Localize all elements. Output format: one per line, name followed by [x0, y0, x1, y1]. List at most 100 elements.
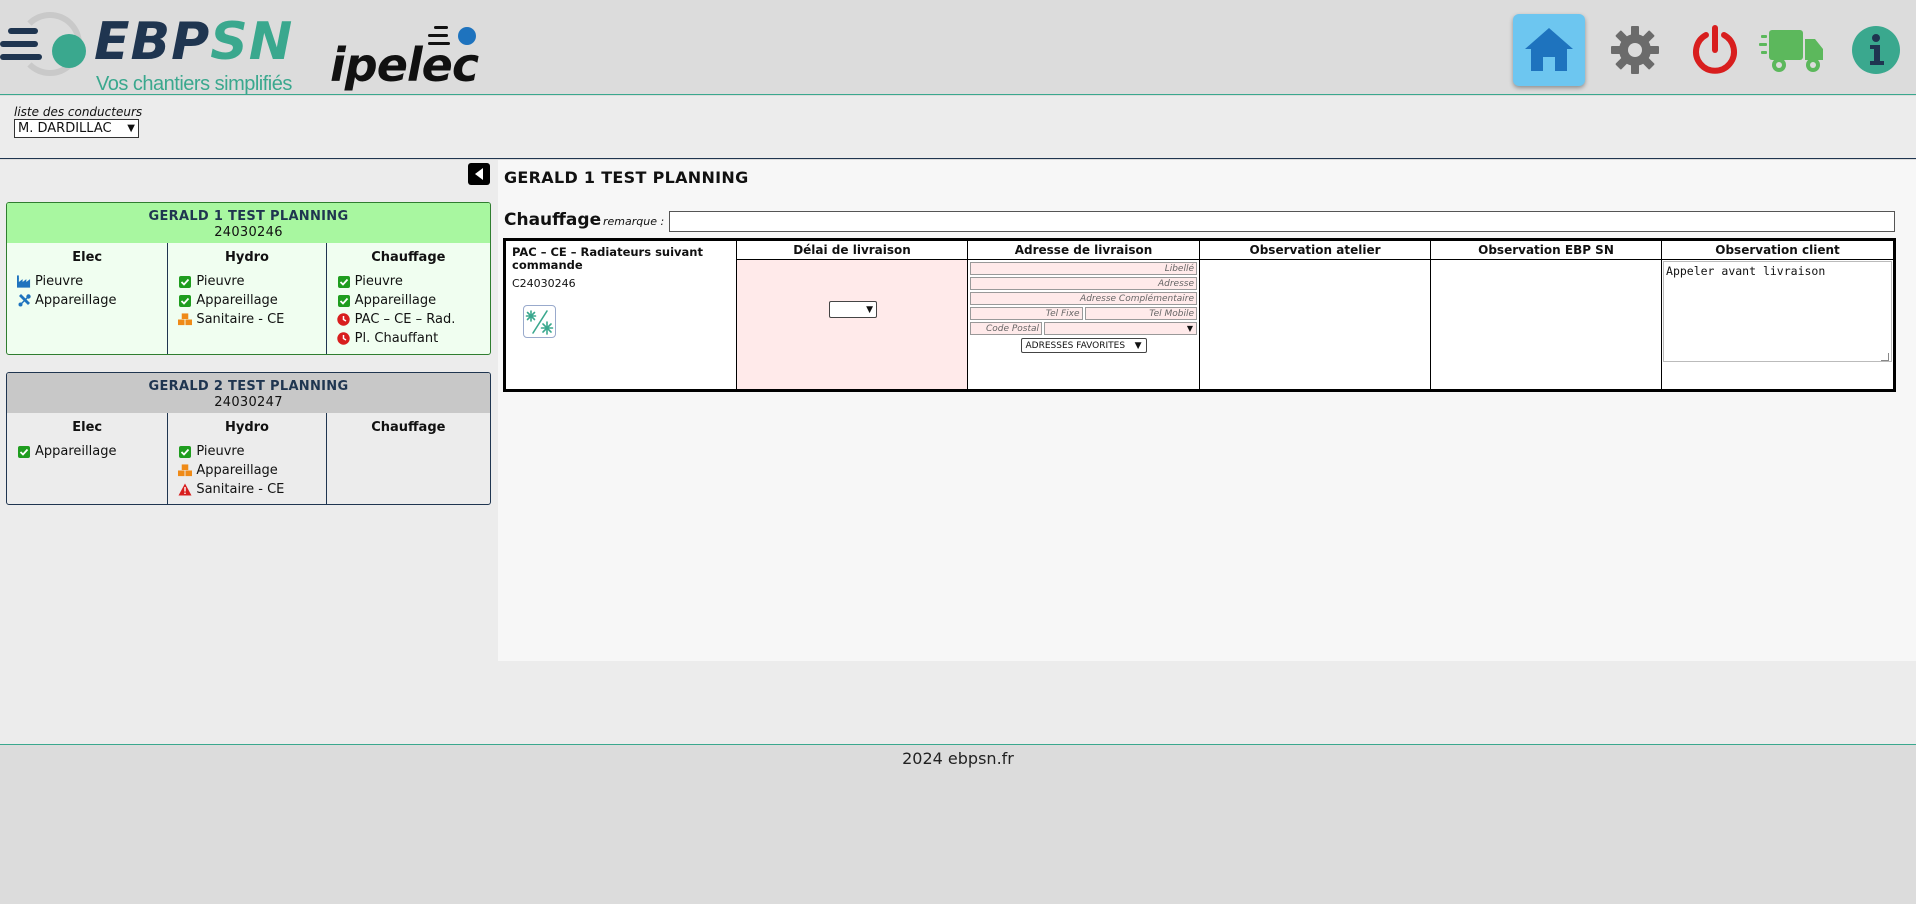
boxes-icon	[178, 313, 193, 327]
category-item-label: Sanitaire - CE	[196, 482, 285, 497]
category-title: Elec	[72, 420, 103, 435]
favorite-addresses-select[interactable]: ADRESSES FAVORITES ▼	[1020, 338, 1147, 353]
logo-dot	[52, 34, 86, 68]
category-item: PAC – CE – Rad.	[337, 310, 490, 329]
category-item-label: Appareillage	[196, 293, 278, 308]
category-title: Hydro	[224, 420, 269, 435]
category-item-label: Appareillage	[196, 463, 278, 478]
category-item-label: Pl. Chauffant	[354, 331, 439, 346]
ebpsn-logo[interactable]: EBPSN Vos chantiers simplifiés	[0, 10, 320, 96]
category-column-elec: Elec Pieuvre Appareillage	[7, 243, 169, 354]
driver-list-label: liste des conducteurs	[14, 105, 143, 119]
category-title: Hydro	[224, 250, 269, 265]
project-title: GERALD 1 TEST PLANNING	[504, 168, 749, 187]
heating-cooling-button[interactable]	[523, 305, 556, 338]
remark-input[interactable]	[669, 211, 1895, 232]
resize-handle[interactable]	[1881, 353, 1889, 361]
check-icon	[178, 275, 192, 289]
category-column-hydro: Hydro Pieuvre Appareillage Sanitaire - C…	[168, 243, 327, 354]
client-observation-cell: Observation client Appeler avant livrais…	[1662, 241, 1893, 389]
logout-button[interactable]	[1679, 14, 1751, 86]
logo-lines	[0, 28, 42, 67]
phone-landline-field[interactable]: Tel Fixe	[970, 307, 1083, 320]
info-button[interactable]	[1840, 14, 1912, 86]
category-item-label: Pieuvre	[196, 274, 245, 289]
project-card-number: 24030246	[214, 225, 283, 240]
address-header: Adresse de livraison	[968, 241, 1200, 260]
factory-icon	[17, 275, 31, 289]
category-item-label: Sanitaire - CE	[196, 312, 285, 327]
app-header: EBPSN Vos chantiers simplifiés ipelec	[0, 0, 1916, 95]
favorite-addresses-label: ADRESSES FAVORITES	[1025, 340, 1126, 351]
delivery-button[interactable]	[1752, 14, 1832, 86]
project-card-2[interactable]: GERALD 2 TEST PLANNING 24030247 Elec App…	[6, 372, 491, 505]
delay-select[interactable]: ▼	[829, 301, 878, 318]
collapse-panel-button[interactable]	[468, 163, 490, 185]
category-column-chauffage: Chauffage	[327, 413, 490, 504]
client-observation-textarea[interactable]: Appeler avant livraison	[1663, 261, 1893, 362]
home-button[interactable]	[1513, 14, 1585, 86]
city-select[interactable]: ▼	[1044, 322, 1198, 335]
postal-code-field[interactable]: Code Postal	[970, 322, 1043, 335]
chevron-down-icon: ▼	[1186, 324, 1194, 333]
category-item-label: Pieuvre	[354, 274, 403, 289]
check-icon	[337, 294, 351, 308]
footer-band	[0, 661, 1916, 745]
category-item: Appareillage	[17, 442, 167, 461]
gear-icon	[1611, 26, 1659, 74]
driver-bar: liste des conducteurs M. DARDILLAC ▼	[0, 96, 1916, 159]
chevron-down-icon: ▼	[127, 123, 135, 134]
order-table: PAC – CE – Radiateurs suivant commande C…	[503, 238, 1896, 392]
category-item: Pieuvre	[178, 442, 325, 461]
category-title: Chauffage	[371, 420, 446, 435]
check-icon	[178, 445, 192, 459]
category-item: Appareillage	[178, 291, 325, 310]
category-item-label: Appareillage	[35, 293, 117, 308]
tools-icon	[17, 294, 31, 308]
category-item: Appareillage	[337, 291, 490, 310]
logo-tagline: Vos chantiers simplifiés	[96, 73, 292, 95]
phone-mobile-field[interactable]: Tel Mobile	[1084, 307, 1198, 320]
info-icon	[1852, 26, 1900, 74]
project-card-header: GERALD 1 TEST PLANNING 24030246	[7, 203, 490, 243]
ebpsn-observation-header: Observation EBP SN	[1431, 241, 1662, 260]
client-observation-header: Observation client	[1662, 241, 1893, 260]
category-item-label: Appareillage	[35, 444, 117, 459]
category-column-hydro: Hydro Pieuvre Appareillage Sanitaire - C…	[168, 413, 327, 504]
section-title: Chauffage	[504, 210, 602, 230]
driver-select[interactable]: M. DARDILLAC ▼	[14, 119, 139, 138]
product-cell: PAC – CE – Radiateurs suivant commande C…	[506, 241, 738, 389]
category-item-label: Appareillage	[354, 293, 437, 308]
check-icon	[17, 445, 31, 459]
logo-wordmark: EBPSN	[94, 12, 294, 72]
address-complement-field[interactable]: Adresse Complémentaire	[970, 292, 1198, 305]
ipelec-logo: ipelec	[330, 22, 480, 92]
truck-icon	[1759, 30, 1823, 72]
settings-button[interactable]	[1599, 14, 1671, 86]
footer: 2024 ebpsn.fr	[0, 745, 1916, 904]
driver-select-value: M. DARDILLAC	[18, 121, 112, 136]
footer-copyright: 2024 ebpsn.fr	[902, 749, 1014, 768]
address-street-field[interactable]: Adresse	[970, 277, 1198, 290]
project-card-title: GERALD 1 TEST PLANNING	[148, 209, 349, 224]
category-item: Pl. Chauffant	[337, 329, 490, 348]
address-label-field[interactable]: Libellé	[970, 262, 1198, 275]
ebpsn-observation-cell[interactable]: Observation EBP SN	[1431, 241, 1663, 389]
workshop-observation-cell[interactable]: Observation atelier	[1200, 241, 1432, 389]
category-item: Appareillage	[178, 461, 325, 480]
chevron-down-icon: ▼	[1134, 340, 1142, 351]
category-item: Pieuvre	[17, 272, 167, 291]
project-detail-panel: GERALD 1 TEST PLANNING Chauffage remarqu…	[498, 160, 1916, 661]
workshop-observation-header: Observation atelier	[1200, 241, 1431, 260]
project-card-1[interactable]: GERALD 1 TEST PLANNING 24030246 Elec Pie…	[6, 202, 491, 355]
category-column-chauffage: Chauffage Pieuvre Appareillage PAC – CE …	[327, 243, 490, 354]
clock-icon	[337, 313, 351, 327]
project-list-panel: GERALD 1 TEST PLANNING 24030246 Elec Pie…	[0, 160, 498, 744]
category-item-label: Pieuvre	[35, 274, 84, 289]
boxes-icon	[178, 464, 193, 478]
home-icon	[1525, 28, 1573, 71]
power-icon	[1693, 25, 1737, 74]
category-item-label: Pieuvre	[196, 444, 245, 459]
category-item-label: PAC – CE – Rad.	[354, 312, 456, 327]
category-item: Pieuvre	[337, 272, 490, 291]
